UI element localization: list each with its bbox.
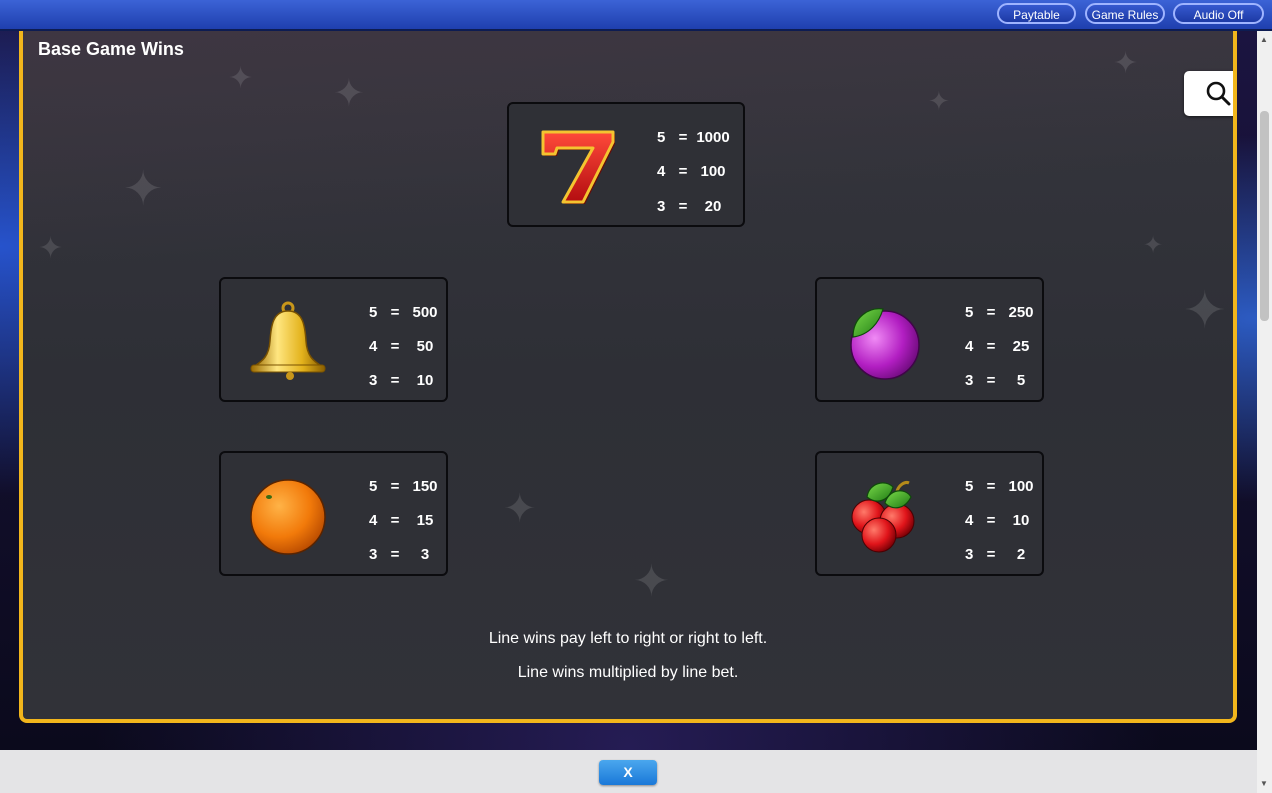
- equals-sign: =: [678, 163, 688, 180]
- paytable-button[interactable]: Paytable: [997, 3, 1076, 24]
- audio-toggle-button[interactable]: Audio Off: [1173, 3, 1264, 24]
- payout-value: 3: [420, 546, 430, 563]
- match-count: 5: [657, 129, 666, 146]
- plum-icon: [850, 308, 920, 380]
- payout-value: 10: [416, 372, 434, 389]
- search-icon: [1206, 81, 1231, 106]
- search-button[interactable]: [1184, 71, 1233, 116]
- sparkle-icon: ✦: [1143, 232, 1164, 259]
- paytable-card-orange: 5 = 150 4 = 15 3 = 3: [219, 451, 448, 576]
- sparkle-icon: ✦: [38, 232, 64, 265]
- equals-sign: =: [390, 512, 400, 529]
- game-rules-button[interactable]: Game Rules: [1085, 3, 1165, 24]
- match-count: 3: [369, 372, 378, 389]
- match-count: 5: [965, 304, 974, 321]
- rule-text: Line wins pay left to right or right to …: [488, 630, 768, 647]
- equals-sign: =: [986, 546, 996, 563]
- payout-value: 150: [412, 478, 438, 495]
- equals-sign: =: [986, 304, 996, 321]
- sparkle-icon: ✦: [1113, 47, 1139, 80]
- scroll-up-arrow-icon[interactable]: ▲: [1260, 35, 1268, 44]
- scroll-down-arrow-icon[interactable]: ▼: [1260, 779, 1268, 788]
- sparkle-icon: ✦: [123, 163, 164, 216]
- payout-value: 500: [412, 304, 438, 321]
- equals-sign: =: [390, 304, 400, 321]
- payout-value: 10: [1012, 512, 1030, 529]
- payout-value: 5: [1016, 372, 1026, 389]
- match-count: 4: [965, 512, 974, 529]
- payout-value: 15: [416, 512, 434, 529]
- match-count: 4: [369, 512, 378, 529]
- match-count: 4: [369, 338, 378, 355]
- payout-value: 100: [700, 163, 726, 180]
- close-button[interactable]: X: [599, 760, 657, 785]
- equals-sign: =: [986, 478, 996, 495]
- sparkle-icon: ✦: [928, 86, 950, 116]
- sparkle-icon: ✦: [1183, 282, 1227, 340]
- cherries-icon: [851, 481, 915, 553]
- equals-sign: =: [390, 478, 400, 495]
- payout-value: 20: [704, 198, 722, 215]
- payout-value: 25: [1012, 338, 1030, 355]
- payout-value: 1000: [696, 129, 730, 146]
- equals-sign: =: [986, 512, 996, 529]
- payout-value: 100: [1008, 478, 1034, 495]
- equals-sign: =: [678, 198, 688, 215]
- seven-icon: [541, 130, 615, 204]
- paytable-panel: ✦ ✦ ✦ ✦ ✦ ✦ ✦ ✦ ✦ ✦ Base Game Wins 5 = 1…: [19, 31, 1237, 723]
- match-count: 4: [657, 163, 666, 180]
- equals-sign: =: [678, 129, 688, 146]
- paytable-card-plum: 5 = 250 4 = 25 3 = 5: [815, 277, 1044, 402]
- match-count: 5: [965, 478, 974, 495]
- paytable-card-cherries: 5 = 100 4 = 10 3 = 2: [815, 451, 1044, 576]
- payout-value: 250: [1008, 304, 1034, 321]
- scroll-thumb[interactable]: [1260, 111, 1269, 321]
- rule-text: Line wins multiplied by line bet.: [517, 664, 739, 681]
- match-count: 4: [965, 338, 974, 355]
- paytable-card-bell: 5 = 500 4 = 50 3 = 10: [219, 277, 448, 402]
- equals-sign: =: [390, 338, 400, 355]
- payout-value: 50: [416, 338, 434, 355]
- match-count: 3: [657, 198, 666, 215]
- top-toolbar: Paytable Game Rules Audio Off: [0, 0, 1272, 31]
- equals-sign: =: [390, 372, 400, 389]
- bottom-bar: X: [0, 750, 1257, 793]
- match-count: 5: [369, 304, 378, 321]
- match-count: 5: [369, 478, 378, 495]
- sparkle-icon: ✦: [503, 487, 537, 531]
- equals-sign: =: [390, 546, 400, 563]
- equals-sign: =: [986, 338, 996, 355]
- bell-icon: [250, 301, 326, 380]
- equals-sign: =: [986, 372, 996, 389]
- match-count: 3: [965, 546, 974, 563]
- orange-icon: [250, 479, 326, 555]
- paytable-card-seven: 5 = 1000 4 = 100 3 = 20: [507, 102, 745, 227]
- sparkle-icon: ✦: [228, 62, 254, 95]
- sparkle-icon: ✦: [633, 557, 670, 606]
- match-count: 3: [369, 546, 378, 563]
- scrollbar[interactable]: ▲ ▼: [1257, 31, 1272, 793]
- sparkle-icon: ✦: [333, 73, 365, 115]
- match-count: 3: [965, 372, 974, 389]
- payout-value: 2: [1016, 546, 1026, 563]
- panel-title: Base Game Wins: [38, 39, 184, 59]
